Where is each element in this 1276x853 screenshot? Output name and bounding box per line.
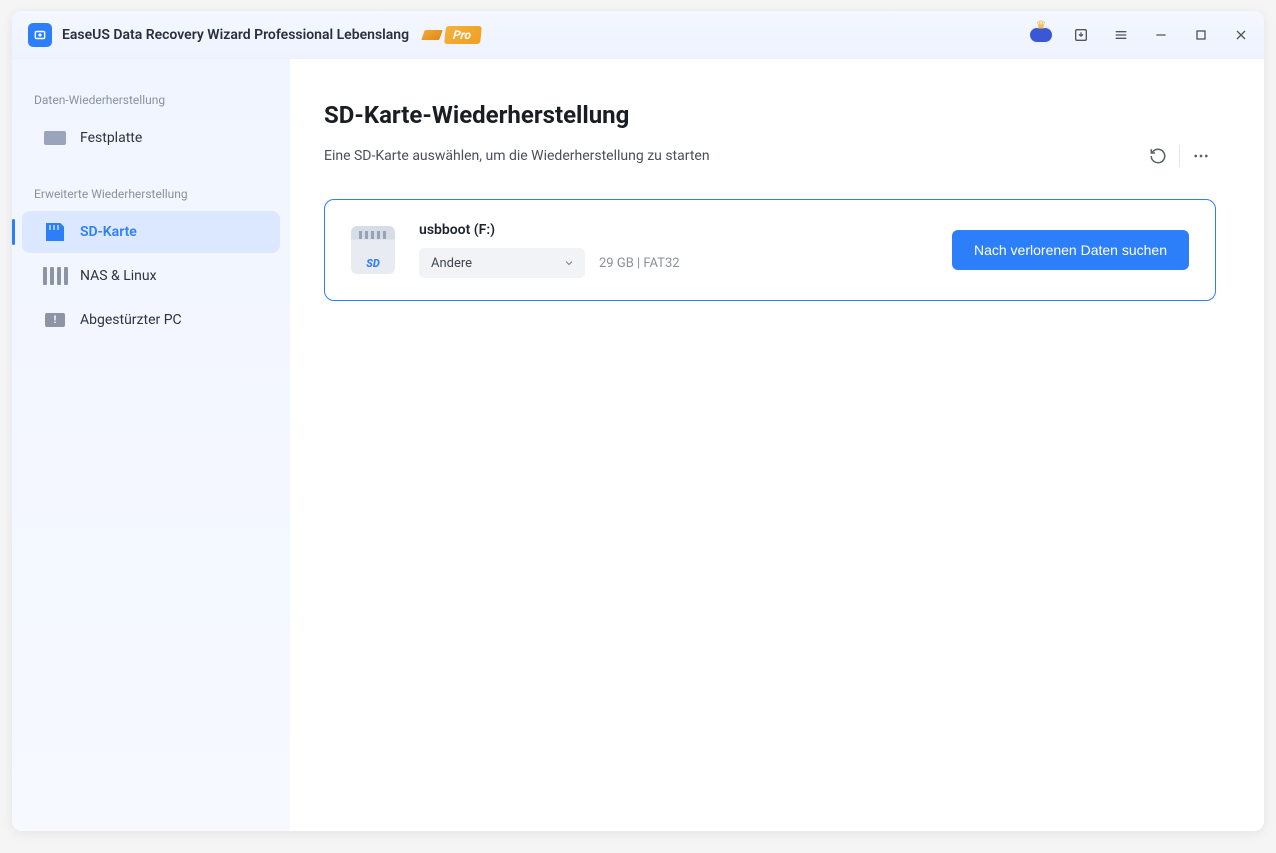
sidebar-item-hdd[interactable]: Festplatte [22,117,280,159]
sidebar-item-label: Abgestürzter PC [80,312,182,328]
close-button[interactable] [1230,24,1252,46]
download-icon[interactable] [1070,24,1092,46]
sidebar: Daten-Wiederherstellung Festplatte Erwei… [12,59,290,831]
subtitle-row: Eine SD-Karte auswählen, um die Wiederhe… [324,141,1216,171]
device-name: usbboot (F:) [419,222,680,238]
titlebar: EaseUS Data Recovery Wizard Professional… [12,11,1264,59]
page-subtitle: Eine SD-Karte auswählen, um die Wiederhe… [324,148,710,164]
sidebar-item-sd[interactable]: SD-Karte [22,211,280,253]
divider [1179,145,1180,167]
sd-device-icon: SD [351,226,395,274]
sidebar-item-label: SD-Karte [80,224,137,240]
pro-label: Pro [444,26,482,44]
page-title: SD-Karte-Wiederherstellung [324,101,1216,129]
sd-label: SD [366,257,380,270]
more-button[interactable] [1186,141,1216,171]
sidebar-item-nas[interactable]: NAS & Linux [22,255,280,297]
chevron-down-icon [563,257,575,269]
pro-badge: Pro [423,26,481,44]
sidebar-item-label: NAS & Linux [80,268,157,284]
scan-button[interactable]: Nach verlorenen Daten suchen [952,230,1189,270]
app-title: EaseUS Data Recovery Wizard Professional… [62,27,409,43]
body: Daten-Wiederherstellung Festplatte Erwei… [12,59,1264,831]
app-window: EaseUS Data Recovery Wizard Professional… [12,11,1264,831]
refresh-button[interactable] [1143,141,1173,171]
device-card[interactable]: SD usbboot (F:) Andere 29 GB | FAT32 [324,199,1216,301]
sidebar-item-crashed-pc[interactable]: Abgestürzter PC [22,299,280,341]
sidebar-item-label: Festplatte [80,130,142,146]
menu-icon[interactable] [1110,24,1132,46]
app-logo-icon [28,23,52,47]
sd-card-icon [44,223,66,241]
nas-icon [44,267,66,285]
sidebar-section-advanced: Erweiterte Wiederherstellung [12,177,290,209]
type-selected: Andere [431,256,472,271]
pro-flag-icon [421,30,443,40]
minimize-button[interactable] [1150,24,1172,46]
maximize-button[interactable] [1190,24,1212,46]
crashed-pc-icon [44,311,66,329]
sidebar-section-recovery: Daten-Wiederherstellung [12,83,290,115]
hdd-icon [44,129,66,147]
device-type-select[interactable]: Andere [419,248,585,278]
assistant-icon[interactable]: ♛ [1030,24,1052,46]
device-info: usbboot (F:) Andere 29 GB | FAT32 [419,222,680,278]
main-panel: SD-Karte-Wiederherstellung Eine SD-Karte… [290,59,1264,831]
titlebar-controls: ♛ [1030,24,1252,46]
device-meta: 29 GB | FAT32 [599,256,680,271]
